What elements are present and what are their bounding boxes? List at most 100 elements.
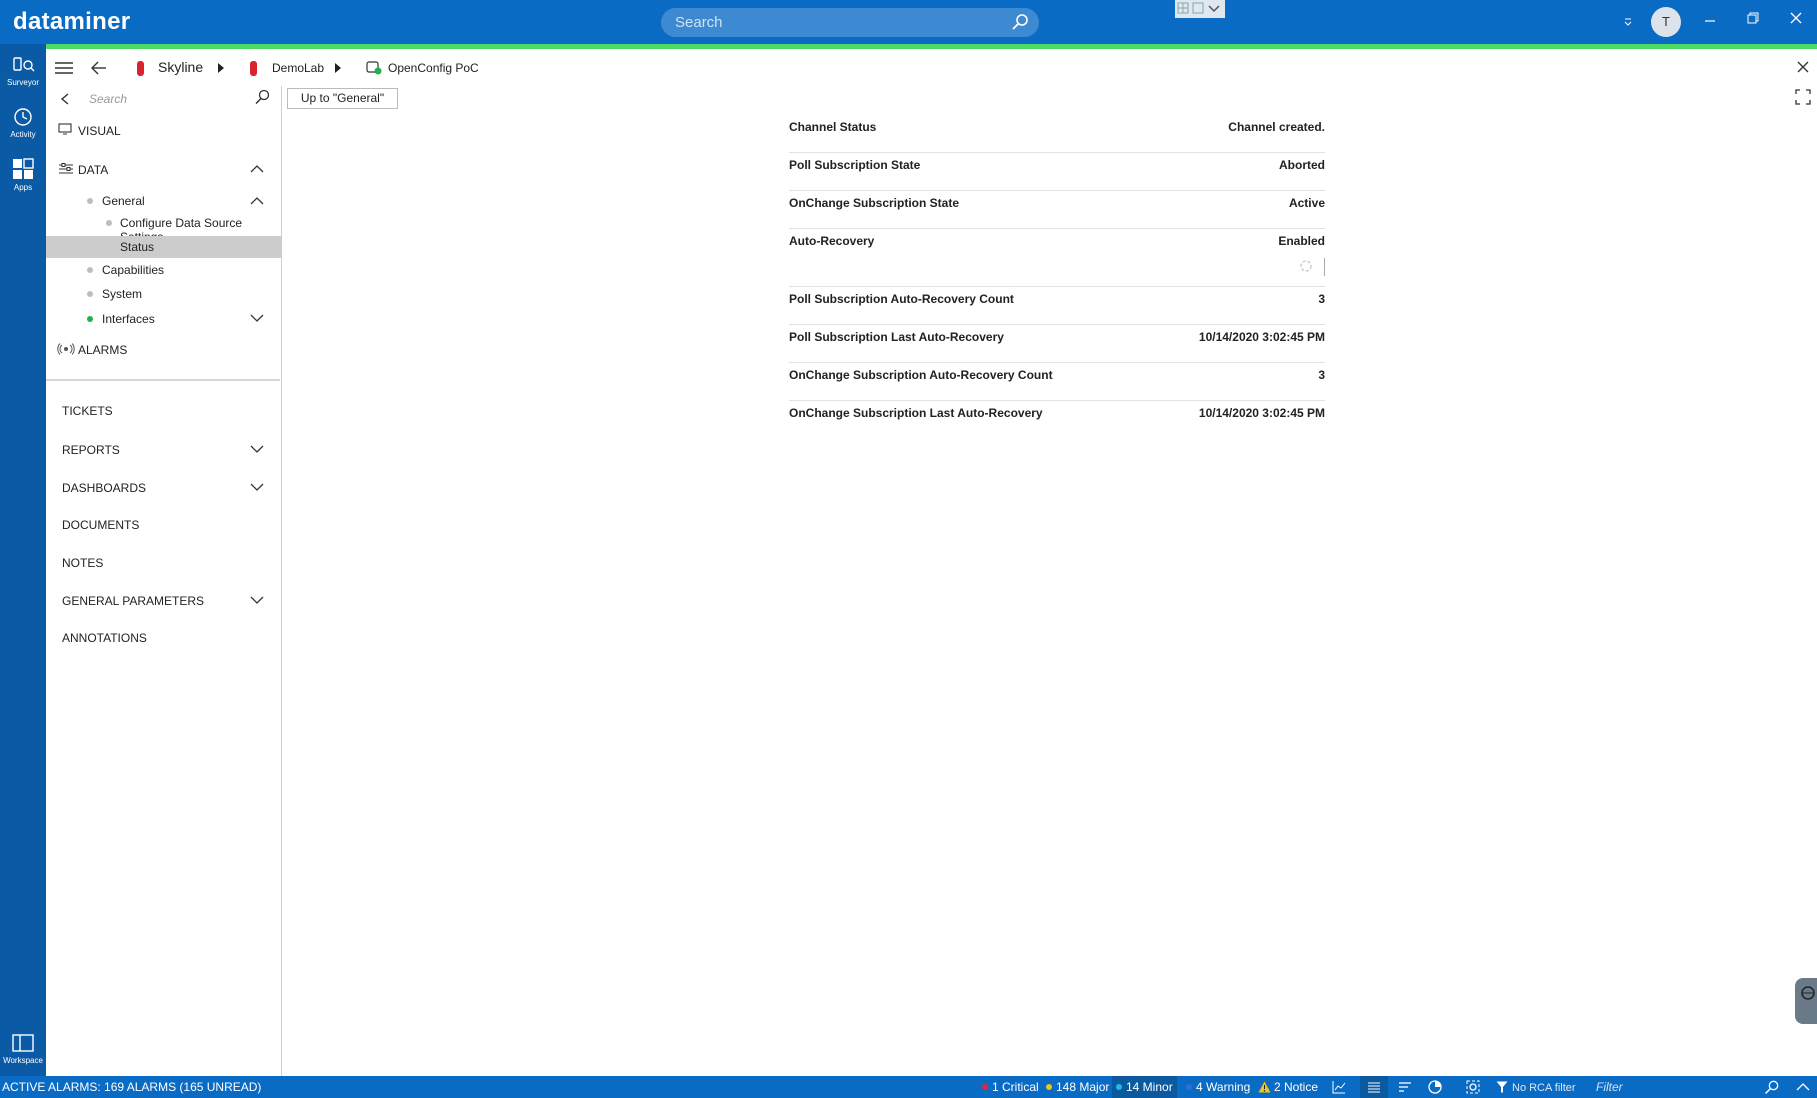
close-window-icon[interactable] [1788, 10, 1804, 26]
filter-funnel-icon [1496, 1081, 1508, 1093]
warning-triangle-icon [1258, 1081, 1271, 1093]
minor-dot [1116, 1084, 1122, 1090]
user-avatar[interactable]: T [1651, 7, 1681, 37]
back-arrow-icon[interactable] [90, 60, 108, 76]
sidebar-section-annotations[interactable]: ANNOTATIONS [62, 631, 147, 645]
rca-filter-label: No RCA filter [1512, 1082, 1576, 1094]
alarm-count-notice[interactable]: 2 Notice [1258, 1080, 1318, 1094]
dropdown-arrow-icon[interactable] [1622, 14, 1634, 28]
sidebar-section-documents[interactable]: DOCUMENTS [62, 518, 139, 532]
trend-icon[interactable] [1332, 1080, 1346, 1094]
fullscreen-icon[interactable] [1794, 88, 1812, 106]
breadcrumb-item-skyline[interactable]: Skyline [158, 59, 203, 75]
up-to-general-button[interactable]: Up to "General" [287, 88, 398, 109]
alarm-filter-input[interactable]: Filter [1590, 1078, 1786, 1096]
rail-item-apps[interactable]: Apps [0, 157, 46, 192]
breadcrumb-item-openconfig[interactable]: OpenConfig PoC [388, 61, 479, 75]
status-parameter-table: Channel Status Channel created. Poll Sub… [789, 115, 1325, 439]
param-label[interactable]: OnChange Subscription Auto-Recovery Coun… [789, 368, 1053, 382]
chevron-up-icon[interactable] [1796, 1082, 1810, 1092]
chevron-down-icon[interactable] [250, 314, 264, 323]
param-value: 3 [1318, 368, 1325, 382]
close-card-icon[interactable] [1796, 60, 1810, 74]
alarm-count-minor[interactable]: 14 Minor [1112, 1076, 1177, 1098]
param-label[interactable]: Poll Subscription State [789, 158, 920, 172]
data-icon [58, 162, 74, 176]
tree-item-status[interactable]: Status [120, 240, 154, 254]
surveyor-icon [13, 57, 35, 72]
minor-label: 14 Minor [1126, 1080, 1173, 1094]
minimize-icon[interactable] [1702, 10, 1718, 26]
chevron-up-icon[interactable] [250, 164, 264, 173]
layout-switcher-icon[interactable] [1175, 0, 1225, 18]
tree-item-system[interactable]: System [102, 287, 142, 301]
rca-filter-toggle[interactable]: No RCA filter [1496, 1080, 1576, 1094]
tree-item-capabilities[interactable]: Capabilities [102, 263, 164, 277]
param-label[interactable]: Auto-Recovery [789, 234, 874, 248]
status-dot-ok [87, 316, 93, 322]
status-dot [87, 267, 93, 273]
param-label[interactable]: OnChange Subscription State [789, 196, 959, 210]
restore-icon[interactable] [1745, 10, 1761, 26]
tree-item-general[interactable]: General [102, 194, 145, 208]
param-label[interactable]: Channel Status [789, 120, 876, 134]
rail-label: Activity [10, 130, 36, 139]
alarm-filter-placeholder: Filter [1596, 1080, 1623, 1094]
param-label[interactable]: OnChange Subscription Last Auto-Recovery [789, 406, 1043, 420]
table-row: Channel Status Channel created. [789, 115, 1325, 153]
alarm-count-warning[interactable]: 4 Warning [1186, 1080, 1250, 1094]
search-icon[interactable] [1011, 13, 1029, 31]
global-search-input[interactable]: Search [661, 8, 1039, 37]
hamburger-menu-icon[interactable] [54, 60, 74, 76]
param-value: 10/14/2020 3:02:45 PM [1198, 330, 1325, 344]
major-dot [1046, 1084, 1052, 1090]
sidebar-search-icon[interactable] [254, 89, 270, 105]
sidebar-item-alarms[interactable]: ALARMS [78, 343, 127, 357]
sidebar-item-data[interactable]: DATA [78, 163, 108, 177]
sidebar-item-visual[interactable]: VISUAL [78, 124, 121, 138]
status-dot [87, 291, 93, 297]
rail-label: Workspace [3, 1056, 43, 1065]
rail-item-surveyor[interactable]: Surveyor [0, 54, 46, 87]
list-view-icon[interactable] [1360, 1076, 1388, 1098]
table-row: Poll Subscription State Aborted [789, 153, 1325, 191]
visual-icon [58, 123, 72, 135]
chevron-down-icon[interactable] [250, 483, 264, 492]
skyline-status-dot [137, 61, 144, 76]
side-handle[interactable] [1795, 978, 1817, 1024]
sidebar-section-dashboards[interactable]: DASHBOARDS [62, 481, 146, 495]
alarm-count-major[interactable]: 148 Major [1046, 1080, 1109, 1094]
tree-item-status-selected[interactable] [46, 236, 282, 258]
rail-item-activity[interactable]: Activity [0, 106, 46, 139]
sidebar-search-input[interactable]: Search [86, 86, 236, 110]
chevron-down-icon[interactable] [250, 596, 264, 605]
breadcrumb-arrow-icon[interactable] [218, 63, 224, 73]
breadcrumb-item-demolab[interactable]: DemoLab [272, 61, 324, 75]
demolab-status-dot [250, 61, 257, 76]
sidebar-section-notes[interactable]: NOTES [62, 556, 103, 570]
tree-item-interfaces[interactable]: Interfaces [102, 312, 155, 326]
sidebar-section-reports[interactable]: REPORTS [62, 443, 120, 457]
table-row: OnChange Subscription Auto-Recovery Coun… [789, 363, 1325, 401]
sidebar-back-icon[interactable] [60, 92, 70, 106]
input-divider [1324, 258, 1325, 276]
param-label[interactable]: Poll Subscription Auto-Recovery Count [789, 292, 1014, 306]
active-alarms-summary[interactable]: ACTIVE ALARMS: 169 ALARMS (165 UNREAD) [2, 1080, 261, 1094]
notice-label: 2 Notice [1274, 1080, 1319, 1094]
sidebar-section-general-parameters[interactable]: GENERAL PARAMETERS [62, 594, 204, 608]
filter-search-icon[interactable] [1764, 1080, 1779, 1095]
param-label[interactable]: Poll Subscription Last Auto-Recovery [789, 330, 1004, 344]
param-value[interactable]: Enabled [1278, 234, 1325, 248]
table-row: Poll Subscription Last Auto-Recovery 10/… [789, 325, 1325, 363]
major-label: 148 Major [1056, 1080, 1110, 1094]
sidebar-section-tickets[interactable]: TICKETS [62, 404, 113, 418]
focus-icon[interactable] [1466, 1080, 1480, 1094]
pie-chart-icon[interactable] [1428, 1080, 1442, 1094]
element-icon [366, 61, 382, 75]
chevron-down-icon[interactable] [250, 445, 264, 454]
sort-icon[interactable] [1398, 1080, 1412, 1094]
rail-item-workspace[interactable]: Workspace [0, 1032, 46, 1065]
breadcrumb-arrow-icon[interactable] [335, 63, 341, 73]
alarm-count-critical[interactable]: 1 Critical [982, 1080, 1039, 1094]
chevron-up-icon[interactable] [250, 196, 264, 205]
